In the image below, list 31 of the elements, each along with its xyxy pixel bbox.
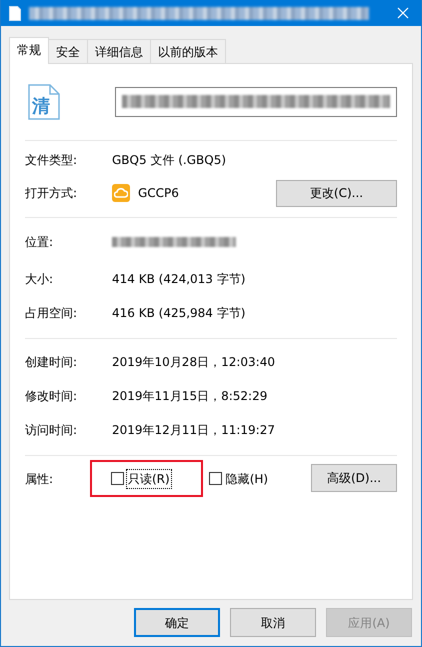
field-label: 大小: <box>25 271 54 288</box>
tab[interactable]: 以前的版本 <box>150 39 226 63</box>
dialog-button[interactable]: 取消 <box>230 608 316 637</box>
field-label: 修改时间: <box>25 388 78 405</box>
checkbox[interactable] <box>208 472 222 485</box>
tab[interactable]: 常规 <box>9 37 49 64</box>
field-value: 2019年11月15日，8:52:29 <box>112 388 268 405</box>
advanced-button[interactable]: 高级(D)... <box>311 464 397 492</box>
app-icon <box>112 184 130 202</box>
field-value: 414 KB (424,013 字节) <box>112 271 246 288</box>
field-label: 占用空间: <box>25 305 78 322</box>
field-label: 创建时间: <box>25 354 78 371</box>
field-label: 属性: <box>25 471 54 488</box>
field-value: 416 KB (425,984 字节) <box>112 305 246 322</box>
document-icon: 清 <box>28 84 60 120</box>
change-button[interactable]: 更改(C)... <box>276 180 397 206</box>
file-name-field[interactable] <box>115 87 397 117</box>
field-value: GBQ5 文件 (.GBQ5) <box>112 152 226 169</box>
field-label: 位置: <box>25 234 54 251</box>
file-icon <box>9 6 21 20</box>
dialog-button[interactable]: 确定 <box>134 608 220 637</box>
field-value: 2019年12月11日，11:19:27 <box>112 422 275 439</box>
field-value: 2019年10月28日，12:03:40 <box>112 354 275 371</box>
checkbox-label[interactable]: 只读(R) <box>127 470 171 488</box>
field-label: 文件类型: <box>25 152 78 169</box>
field-label: 打开方式: <box>25 185 78 202</box>
checkbox[interactable] <box>111 472 124 485</box>
app-name: GCCP6 <box>138 185 179 202</box>
checkbox-label[interactable]: 隐藏(H) <box>224 470 270 488</box>
field-label: 访问时间: <box>25 422 78 439</box>
close-icon[interactable] <box>397 7 409 19</box>
